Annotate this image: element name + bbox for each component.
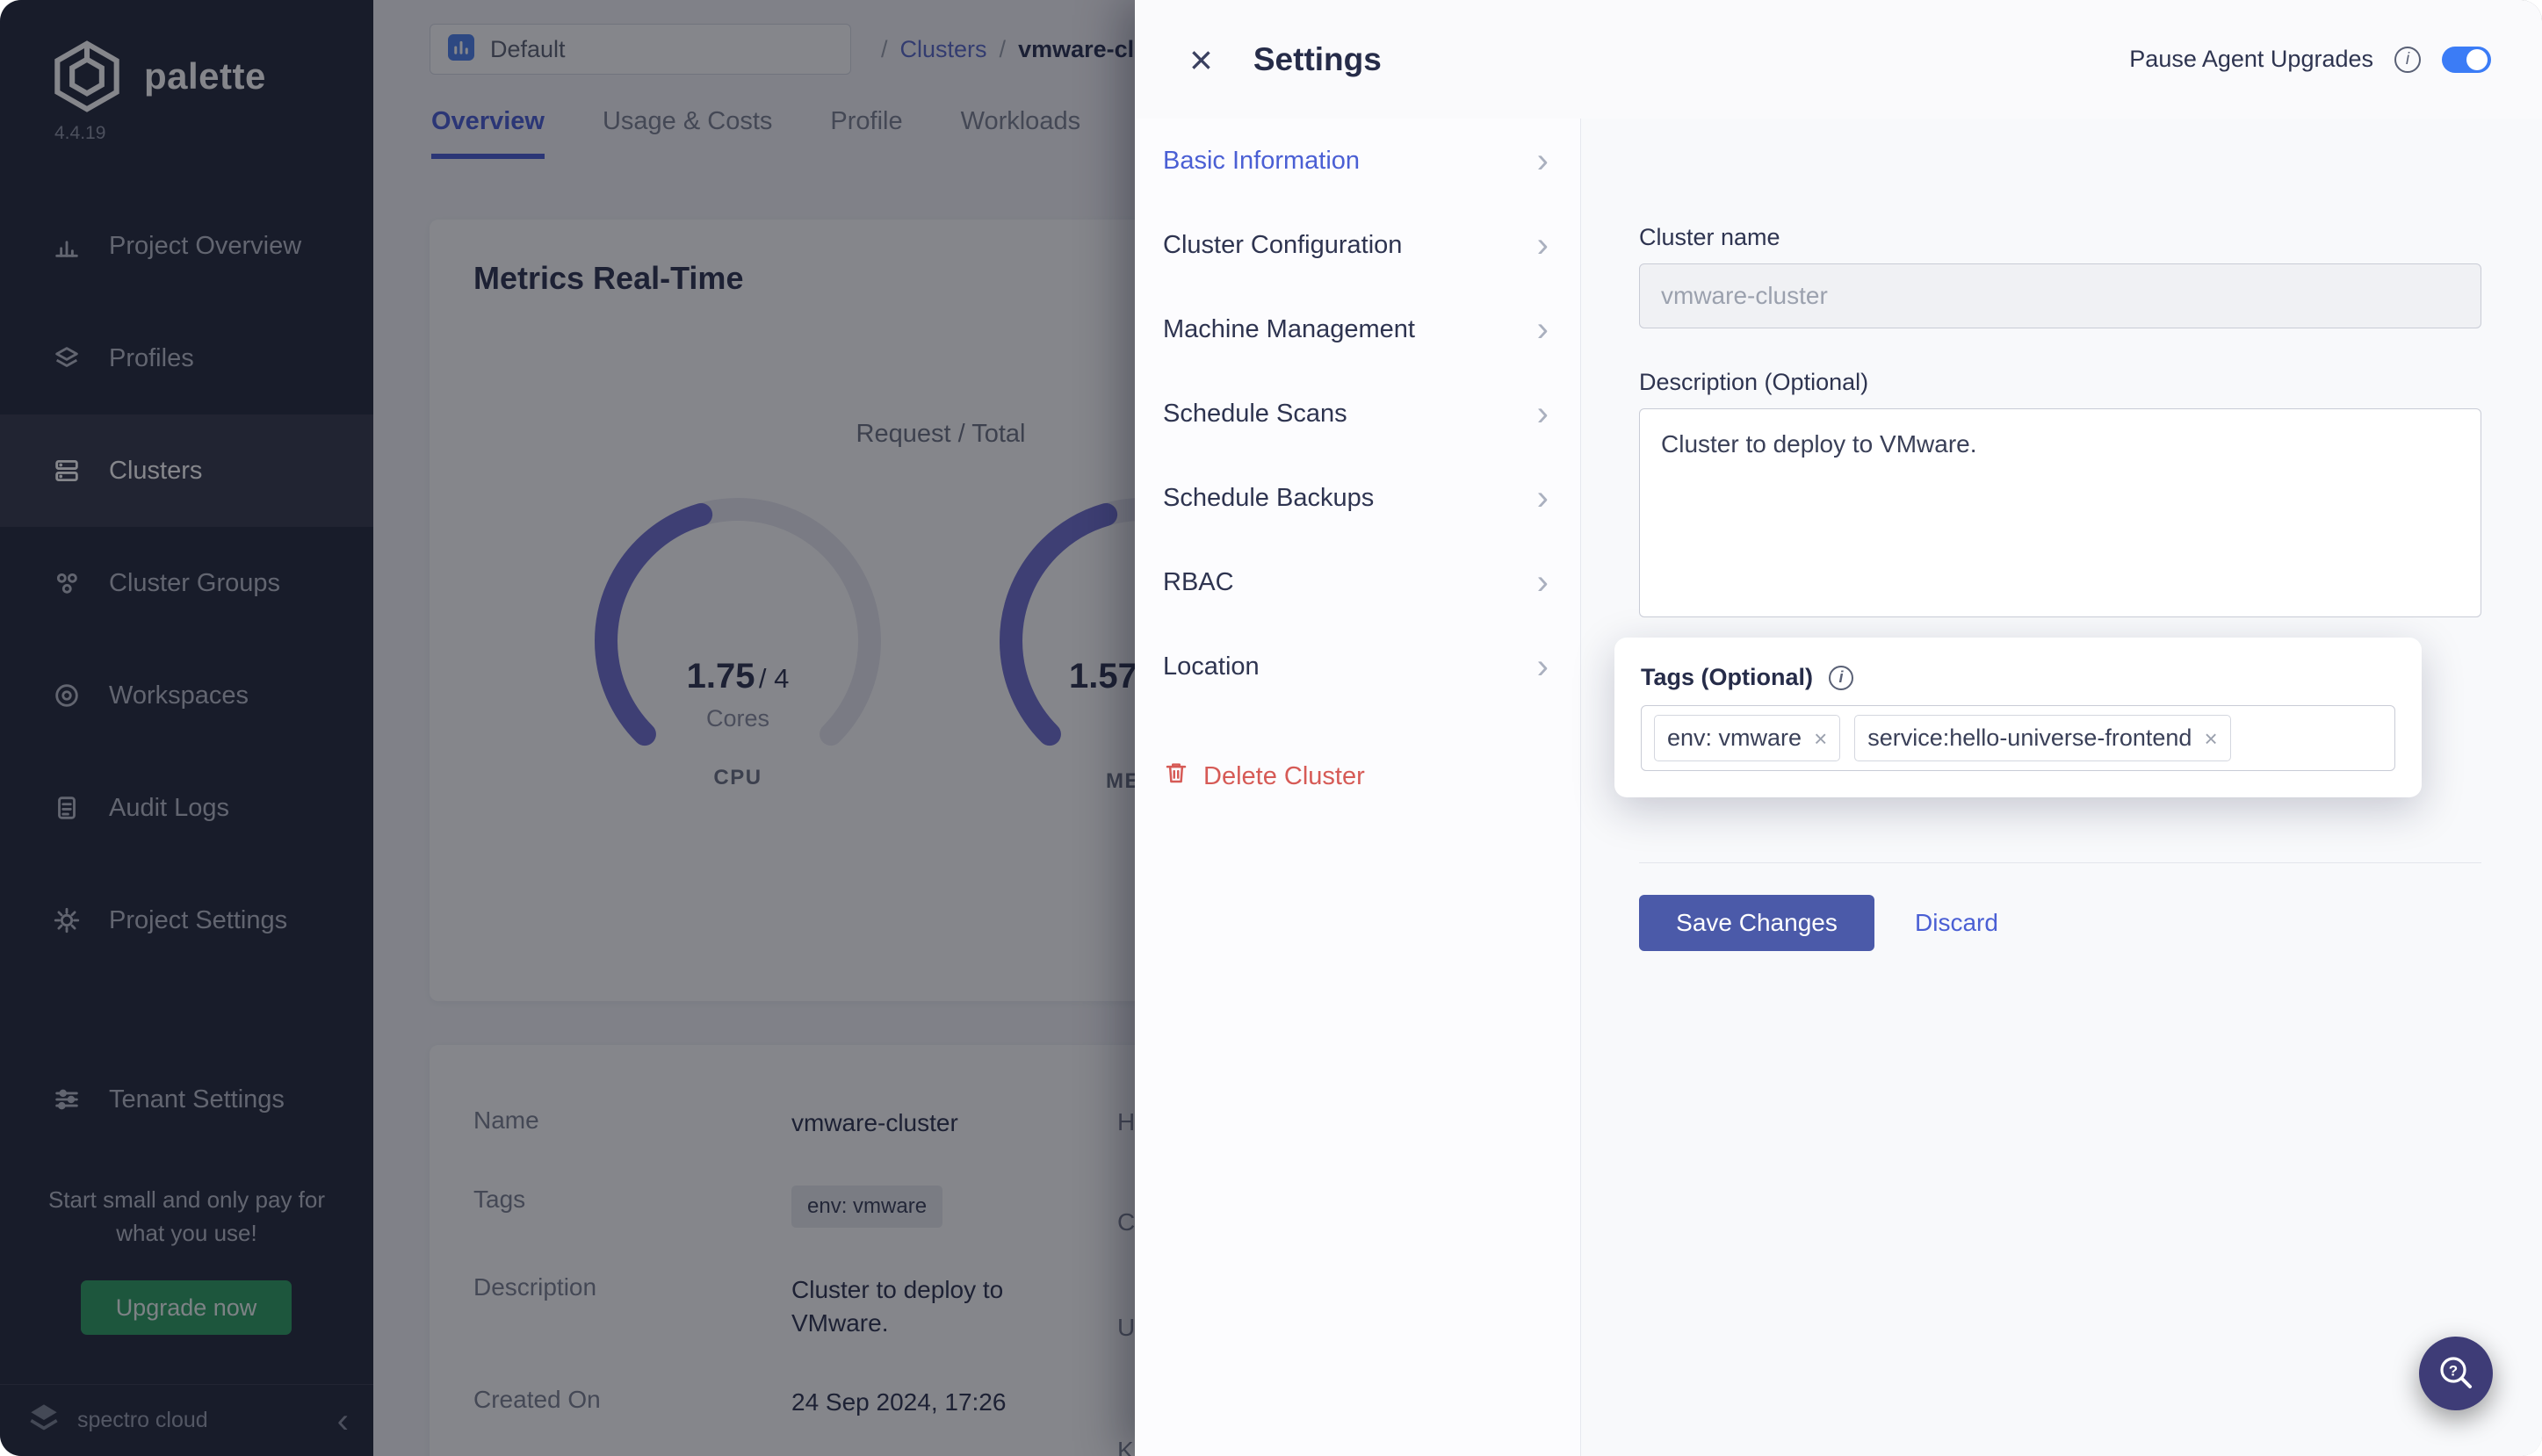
app-window: palette 4.4.19 Project Overview Profiles	[0, 0, 2542, 1456]
chevron-right-icon: ›	[1537, 143, 1549, 178]
toggle-knob	[2466, 49, 2488, 70]
settings-nav-label: RBAC	[1163, 568, 1234, 597]
settings-nav-location[interactable]: Location ›	[1135, 624, 1580, 709]
settings-nav: Basic Information › Cluster Configuratio…	[1135, 119, 1581, 1456]
delete-cluster-button[interactable]: Delete Cluster	[1135, 760, 1580, 793]
svg-text:?: ?	[2449, 1362, 2458, 1379]
settings-nav-basic-information[interactable]: Basic Information ›	[1135, 119, 1580, 203]
chevron-right-icon: ›	[1537, 396, 1549, 431]
cluster-name-input	[1639, 263, 2481, 328]
pause-agent-upgrades-label: Pause Agent Upgrades	[2129, 46, 2373, 73]
chevron-right-icon: ›	[1537, 480, 1549, 515]
save-changes-button[interactable]: Save Changes	[1639, 895, 1874, 951]
settings-nav-label: Location	[1163, 652, 1260, 681]
tag-chip-text: env: vmware	[1667, 724, 1802, 752]
tag-chip: service:hello-universe-frontend ×	[1854, 715, 2230, 761]
form-divider	[1639, 862, 2481, 863]
settings-nav-label: Cluster Configuration	[1163, 231, 1402, 260]
pause-agent-upgrades-control: Pause Agent Upgrades i	[2129, 46, 2491, 73]
tag-chip: env: vmware ×	[1654, 715, 1840, 761]
settings-nav-machine-management[interactable]: Machine Management ›	[1135, 287, 1580, 371]
settings-nav-label: Schedule Scans	[1163, 400, 1347, 429]
info-icon[interactable]: i	[2394, 47, 2421, 73]
settings-nav-label: Schedule Backups	[1163, 484, 1374, 513]
pause-agent-upgrades-toggle[interactable]	[2442, 47, 2491, 73]
tags-label: Tags (Optional)	[1641, 664, 1813, 691]
settings-nav-label: Machine Management	[1163, 315, 1415, 344]
settings-nav-schedule-backups[interactable]: Schedule Backups ›	[1135, 456, 1580, 540]
settings-header: × Settings Pause Agent Upgrades i	[1135, 0, 2542, 119]
help-search-fab[interactable]: ?	[2419, 1337, 2493, 1410]
settings-nav-rbac[interactable]: RBAC ›	[1135, 540, 1580, 624]
close-icon[interactable]: ×	[1181, 36, 1222, 83]
chip-remove-icon[interactable]: ×	[2204, 727, 2217, 750]
trash-icon	[1163, 760, 1189, 793]
delete-cluster-label: Delete Cluster	[1203, 762, 1365, 791]
search-question-icon: ?	[2436, 1352, 2476, 1395]
tags-label-row: Tags (Optional) i	[1641, 664, 2395, 691]
cluster-name-label: Cluster name	[1639, 224, 2481, 251]
basic-information-form: Cluster name Description (Optional) Clus…	[1581, 119, 2542, 1456]
info-icon[interactable]: i	[1829, 666, 1853, 690]
settings-nav-cluster-configuration[interactable]: Cluster Configuration ›	[1135, 203, 1580, 287]
settings-nav-schedule-scans[interactable]: Schedule Scans ›	[1135, 371, 1580, 456]
chevron-right-icon: ›	[1537, 227, 1549, 263]
discard-button[interactable]: Discard	[1915, 909, 1998, 937]
chip-remove-icon[interactable]: ×	[1814, 727, 1827, 750]
settings-panel: × Settings Pause Agent Upgrades i Basic …	[1135, 0, 2542, 1456]
settings-title: Settings	[1253, 41, 1382, 78]
description-textarea[interactable]: Cluster to deploy to VMware.	[1639, 408, 2481, 617]
description-label: Description (Optional)	[1639, 369, 2481, 396]
form-actions: Save Changes Discard	[1639, 895, 2481, 951]
tag-chip-text: service:hello-universe-frontend	[1867, 724, 2192, 752]
chevron-right-icon: ›	[1537, 565, 1549, 600]
chevron-right-icon: ›	[1537, 649, 1549, 684]
chevron-right-icon: ›	[1537, 312, 1549, 347]
settings-body: Basic Information › Cluster Configuratio…	[1135, 119, 2542, 1456]
tags-highlight-card: Tags (Optional) i env: vmware × service:…	[1614, 638, 2422, 797]
settings-nav-label: Basic Information	[1163, 147, 1360, 176]
tags-input[interactable]: env: vmware × service:hello-universe-fro…	[1641, 705, 2395, 771]
